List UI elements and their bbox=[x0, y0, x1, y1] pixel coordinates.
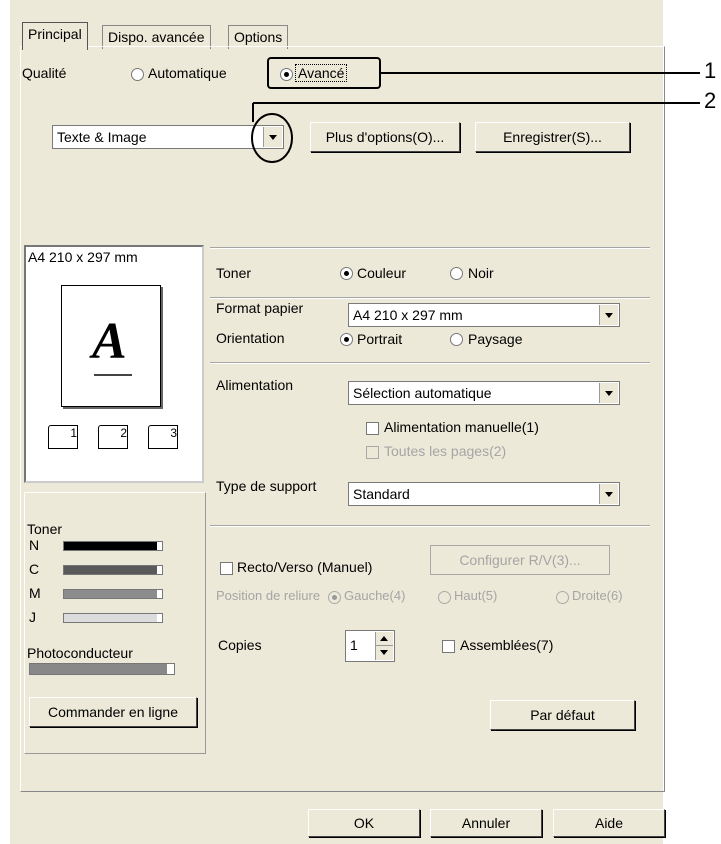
callout-1-number: 1 bbox=[704, 58, 717, 83]
callout-overlay bbox=[251, 57, 700, 163]
callout-1-box bbox=[267, 57, 381, 89]
callout-2-number: 2 bbox=[704, 88, 717, 113]
tab-principal[interactable]: Principal bbox=[22, 22, 88, 50]
callout-2-circle bbox=[251, 113, 293, 163]
